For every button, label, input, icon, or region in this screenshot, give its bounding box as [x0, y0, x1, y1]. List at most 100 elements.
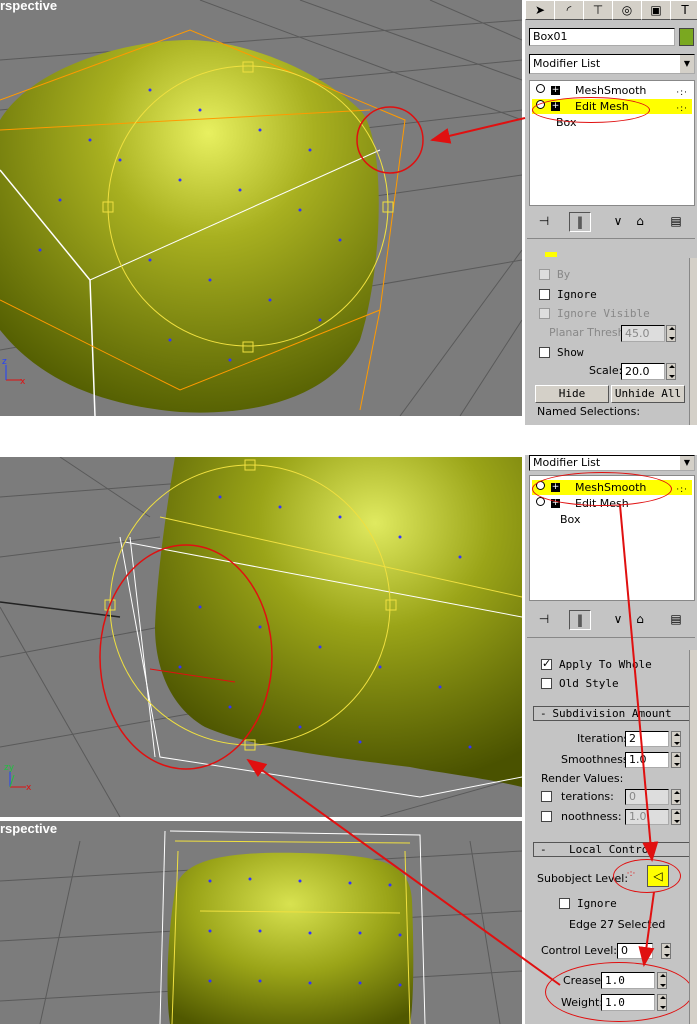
modifier-list-dropdown[interactable]: Modifier List ▼: [529, 54, 695, 74]
tab-create[interactable]: ➤: [525, 0, 555, 20]
iterations-spinner[interactable]: [671, 731, 681, 747]
planar-thresh-spinner[interactable]: [666, 325, 676, 342]
mesh-body: [155, 457, 522, 787]
smoothness-label: Smoothness:: [561, 753, 633, 766]
remove-modifier-icon: ⌂: [636, 612, 644, 626]
render-iterations-field[interactable]: 0: [625, 789, 669, 805]
render-smoothness-spinner[interactable]: [671, 809, 681, 825]
render-smoothness-field[interactable]: 1.0: [625, 809, 669, 825]
by-vertex-label: By: [557, 268, 571, 281]
ignore-backfacing-checkbox[interactable]: [559, 898, 570, 909]
planar-thresh-field[interactable]: 45.0: [621, 325, 665, 342]
old-style-checkbox[interactable]: [541, 678, 552, 689]
old-style-label: Old Style: [559, 677, 619, 690]
highlight-bar: [545, 252, 557, 257]
tab-modify[interactable]: ◜: [554, 0, 584, 20]
control-level-field[interactable]: 0: [617, 943, 653, 959]
control-level-label: Control Level:: [541, 944, 618, 957]
tab-motion[interactable]: ◎: [612, 0, 642, 20]
unhide-all-button[interactable]: Unhide All: [611, 385, 685, 403]
viewport-label: rspective: [0, 0, 58, 13]
top-command-panel: ➤ ◜ ⊤ ◎ ▣ T Box01 Modifier List ▼ + Mesh…: [525, 0, 697, 425]
svg-text:z: z: [2, 357, 7, 367]
panel-scrollbar[interactable]: [689, 650, 697, 1024]
bottom-upper-viewport-canvas: zy x: [0, 457, 522, 817]
configure-sets-icon: ▤: [670, 612, 682, 626]
subdivision-amount-rollout[interactable]: - Subdivision Amount: [533, 706, 691, 721]
bottom-command-panel: Modifier List ▼ + MeshSmooth ·:· + Edit …: [525, 455, 697, 1024]
by-vertex-checkbox[interactable]: [539, 269, 550, 280]
stack-item-box[interactable]: Box: [532, 512, 692, 527]
object-name-field[interactable]: Box01: [529, 28, 675, 46]
bottom-upper-viewport[interactable]: zy x: [0, 457, 522, 817]
collapse-icon: -: [540, 707, 547, 720]
display-icon: ▣: [650, 3, 662, 17]
svg-text:x: x: [26, 783, 32, 793]
svg-text:x: x: [20, 377, 26, 387]
bottom-perspective-viewport[interactable]: rspective: [0, 821, 522, 1024]
collapse-icon: -: [540, 843, 547, 856]
panel-scrollbar[interactable]: [689, 258, 697, 425]
svg-text:zy: zy: [4, 763, 15, 773]
render-iterations-checkbox[interactable]: [541, 791, 552, 802]
selection-rollout: By Ignore Ignore Visible Planar Thresh: …: [525, 250, 685, 425]
ignore-visible-checkbox[interactable]: [539, 308, 550, 319]
modifier-list-dropdown[interactable]: Modifier List ▼: [529, 455, 695, 471]
ignore-backfacing-label: Ignore: [557, 288, 597, 301]
apply-to-whole-checkbox[interactable]: [541, 657, 552, 670]
make-unique-button[interactable]: ∨: [607, 610, 629, 630]
stack-annotation-ellipse: [532, 472, 672, 506]
render-iterations-label: terations:: [561, 790, 614, 803]
show-normals-label: Show: [557, 346, 584, 359]
remove-modifier-icon: ⌂: [636, 214, 644, 228]
smoothness-field[interactable]: 1.0: [625, 752, 669, 768]
chevron-down-icon: ▼: [680, 55, 694, 73]
pin-stack-button[interactable]: ⊣: [533, 212, 555, 232]
remove-modifier-button[interactable]: ⌂: [629, 610, 651, 630]
motion-icon: ◎: [621, 3, 633, 17]
planar-thresh-label: Planar Thresh:: [549, 326, 629, 339]
configure-sets-button[interactable]: ▤: [665, 610, 687, 630]
meshsmooth-parameters: Apply To Whole Old Style - Subdivision A…: [525, 650, 697, 1024]
scale-field[interactable]: 20.0: [621, 363, 665, 380]
smoothness-spinner[interactable]: [671, 752, 681, 768]
hide-button[interactable]: Hide: [535, 385, 609, 403]
remove-modifier-button[interactable]: ⌂: [629, 212, 651, 232]
apply-to-whole-label: Apply To Whole: [559, 658, 652, 671]
object-color-swatch[interactable]: [679, 28, 694, 46]
tab-utilities[interactable]: T: [670, 0, 697, 20]
control-level-spinner[interactable]: [661, 943, 671, 959]
show-end-result-icon: ‖: [577, 215, 583, 229]
local-control-rollout[interactable]: - Local Control: [533, 842, 691, 857]
render-smoothness-checkbox[interactable]: [541, 811, 552, 822]
crease-weight-annotation-ellipse: [545, 962, 693, 1022]
render-iterations-spinner[interactable]: [671, 789, 681, 805]
scale-spinner[interactable]: [666, 363, 676, 380]
render-values-label: Render Values:: [541, 772, 624, 785]
stack-item-meshsmooth[interactable]: + MeshSmooth ·:·: [532, 83, 692, 98]
ignore-backfacing-label: Ignore: [577, 897, 617, 910]
modify-icon: ◜: [566, 3, 572, 17]
ignore-visible-label: Ignore Visible: [557, 307, 650, 320]
show-end-result-button[interactable]: ‖: [569, 212, 591, 232]
show-normals-checkbox[interactable]: [539, 347, 550, 358]
lightbulb-icon[interactable]: [536, 84, 545, 93]
selection-status: Edge 27 Selected: [569, 918, 666, 931]
top-perspective-viewport[interactable]: z x rspective: [0, 0, 522, 416]
expand-icon[interactable]: +: [551, 86, 560, 95]
chevron-down-icon: ▼: [680, 456, 694, 470]
ignore-backfacing-checkbox[interactable]: [539, 289, 550, 300]
configure-sets-button[interactable]: ▤: [665, 212, 687, 232]
divider: [527, 637, 695, 638]
bottom-perspective-canvas: [0, 830, 522, 1024]
top-viewport-canvas: z x: [0, 0, 522, 416]
hierarchy-icon: ⊤: [592, 3, 604, 17]
make-unique-icon: ∨: [613, 214, 623, 228]
axis-tripod: zy x: [4, 763, 32, 793]
tab-display[interactable]: ▣: [641, 0, 671, 20]
pin-stack-button[interactable]: ⊣: [533, 610, 555, 630]
iterations-field[interactable]: 2: [625, 731, 669, 747]
make-unique-button[interactable]: ∨: [607, 212, 629, 232]
tab-hierarchy[interactable]: ⊤: [583, 0, 613, 20]
show-end-result-button[interactable]: ‖: [569, 610, 591, 630]
